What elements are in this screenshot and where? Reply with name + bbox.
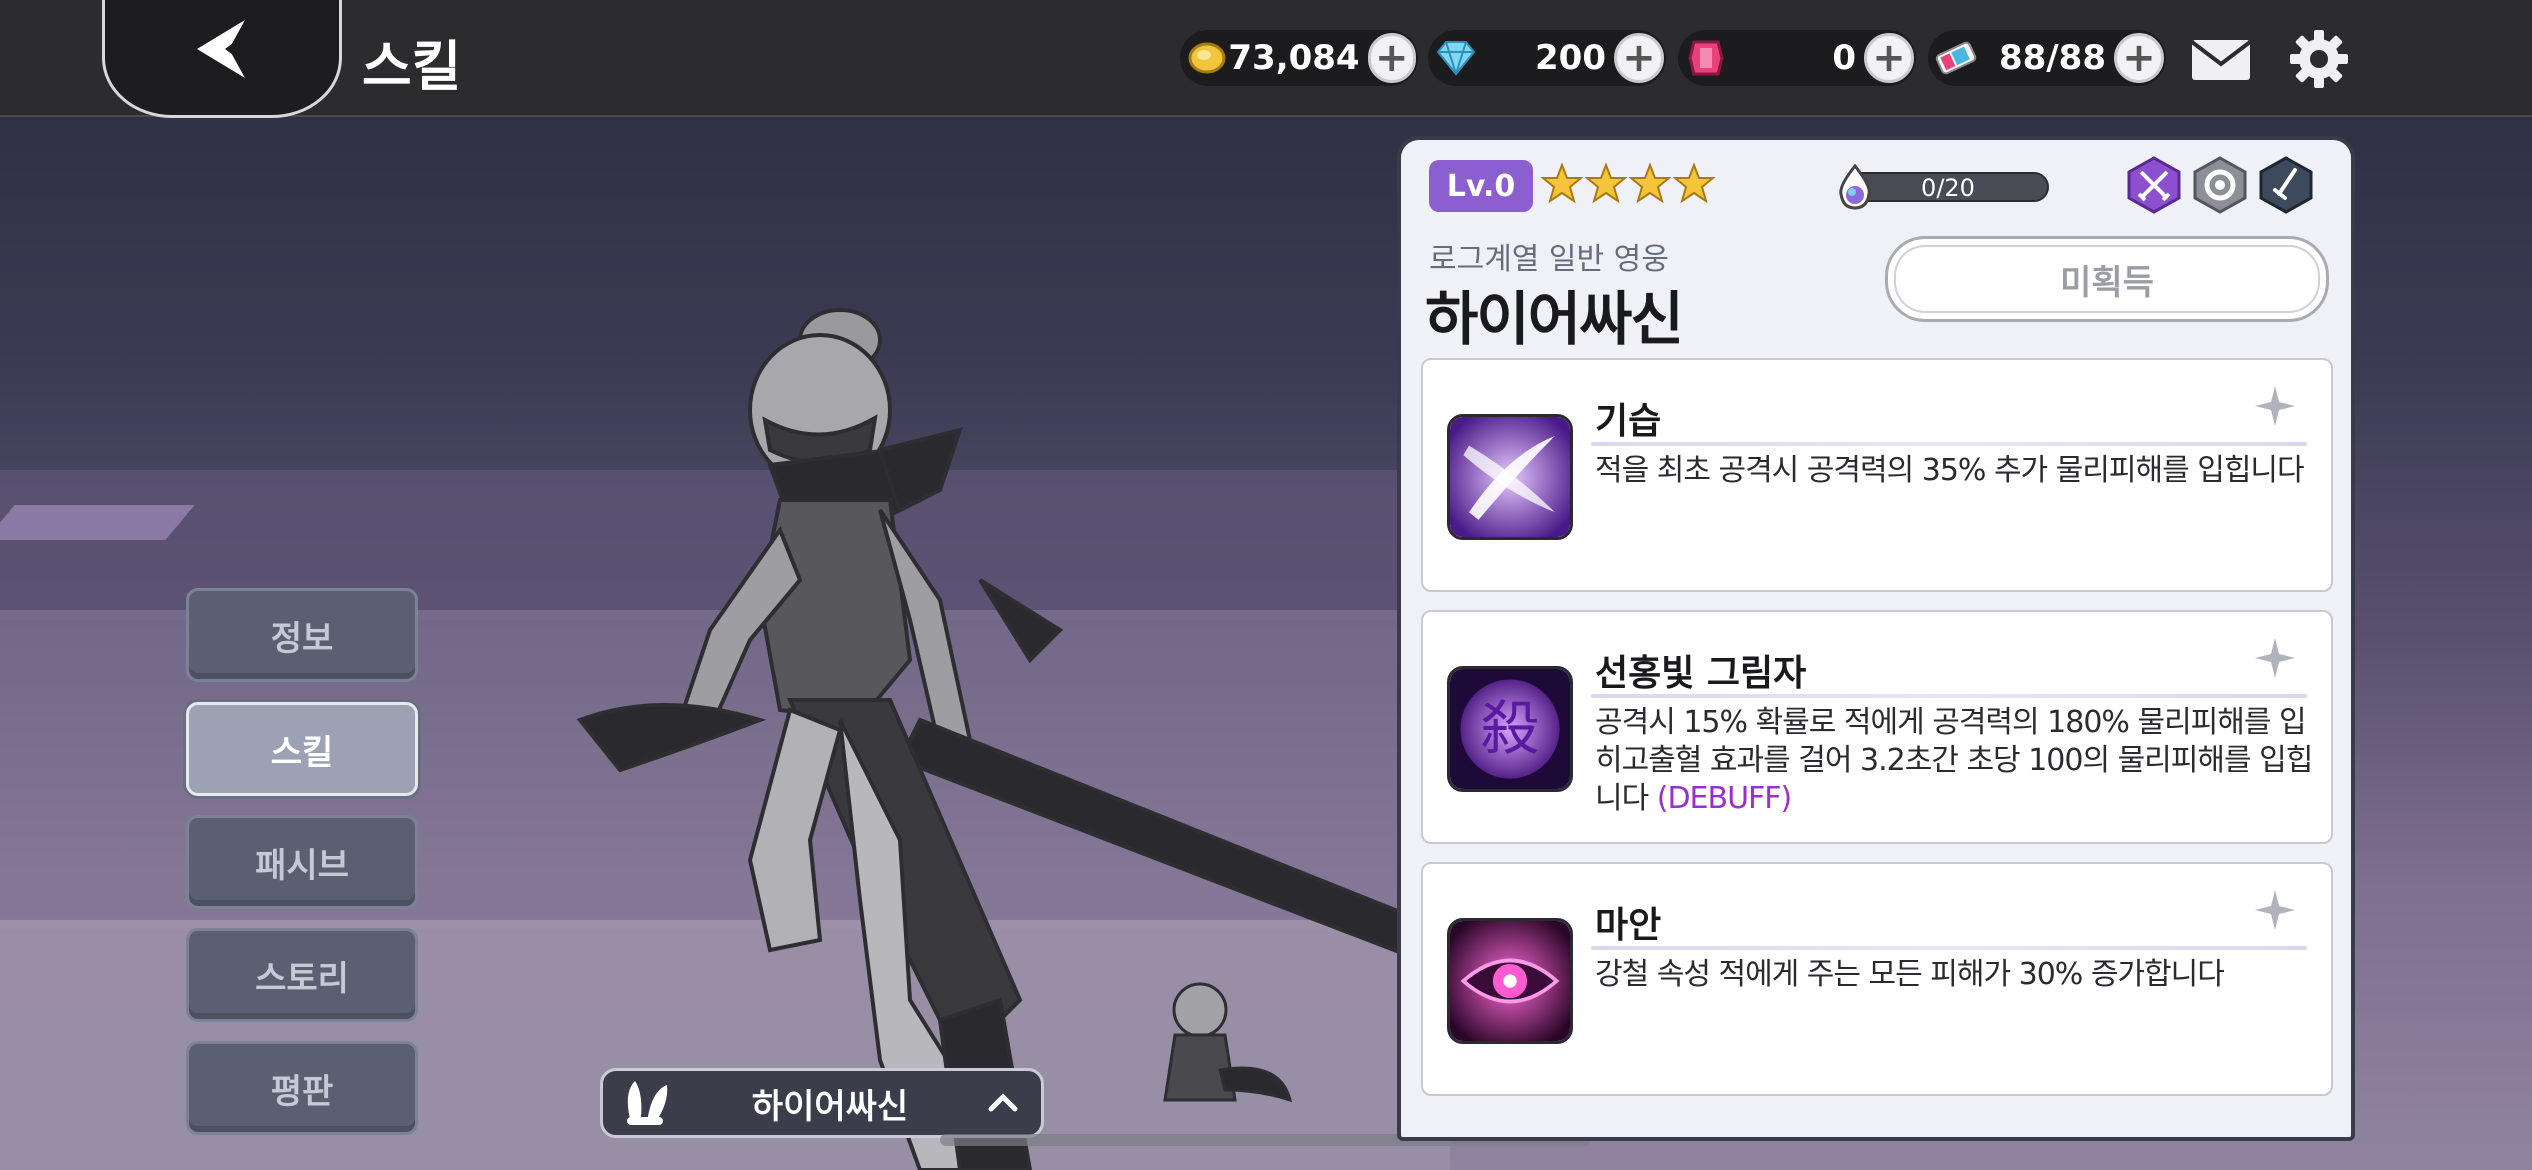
add-stamina-button[interactable]: + [2114,33,2164,83]
gold-counter: 73,084 + [1180,30,1418,86]
diamond-value: 200 [1535,38,1606,78]
hero-name: 하이어싸신 [1425,285,1684,353]
gold-coin-icon [1186,36,1228,80]
ruby-counter: 0 + [1678,30,1916,86]
hero-illustration [576,308,1420,1170]
stamina-value: 88/88 [1998,38,2106,78]
sparkle-icon [2255,386,2295,426]
chevron-up-icon [988,1093,1018,1112]
debuff-tag: (DEBUFF) [1656,781,1793,816]
sparkle-icon [2255,638,2295,678]
nav-skill-button[interactable]: 스킬 [186,702,418,796]
back-button[interactable] [102,0,342,118]
ruby-value: 0 [1832,38,1856,78]
sparkle-icon [2255,890,2295,930]
hero-selector-dropdown[interactable]: 하이어싸신 [600,1068,1044,1138]
star-icon [1585,162,1627,204]
skill-card[interactable]: 마안 강철 속성 적에게 주는 모든 피해가 30% 증가합니다 [1421,862,2333,1096]
gear-class-icon[interactable] [2191,156,2249,214]
skill-description: 적을 최초 공격시 공격력의 35% 추가 물리피해를 입힙니다 [1595,452,2315,490]
star-icon [1673,162,1715,204]
star-icon [1629,162,1671,204]
diamond-counter: 200 + [1428,30,1666,86]
skill-name: 마안 [1595,905,1662,946]
soul-exp-bar: 0/20 [1833,164,2049,210]
dagger-class-icon[interactable] [2257,156,2315,214]
gear-icon[interactable] [2288,28,2350,90]
diamond-icon [1434,36,1478,80]
gold-value: 73,084 [1228,38,1360,78]
stamina-counter: 88/88 + [1928,30,2166,86]
skill-name: 선홍빛 그림자 [1595,653,1807,694]
back-arrow-icon [197,20,245,78]
add-diamond-button[interactable]: + [1614,33,1664,83]
add-ruby-button[interactable]: + [1864,33,1914,83]
skill-description: 강철 속성 적에게 주는 모든 피해가 30% 증가합니다 [1595,956,2315,994]
page-title: 스킬 [362,35,462,98]
hero-selector-name: 하이어싸신 [751,1086,909,1127]
crossed-swords-icon[interactable] [2125,156,2183,214]
nav-reputation-button[interactable]: 평판 [186,1041,418,1135]
level-badge: Lv.0 [1429,160,1533,212]
background-stripe [0,505,195,540]
divider [1591,694,2307,698]
ruby-gem-icon [1684,36,1728,80]
mail-icon[interactable] [2190,38,2252,82]
skill-card[interactable]: 殺 선홍빛 그림자 공격시 15% 확률로 적에게 공격력의 180% 물리피해… [1421,610,2333,844]
svg-text:殺: 殺 [1480,694,1539,763]
kill-kanji-skill-icon: 殺 [1447,666,1573,792]
skill-card[interactable]: 기습 적을 최초 공격시 공격력의 35% 추가 물리피해를 입힙니다 [1421,358,2333,592]
skill-description-text: 강철 속성 적에게 주는 모든 피해가 30% 증가합니다 [1595,957,2225,992]
divider [1591,946,2307,950]
acquire-status-button[interactable]: 미획득 [1885,236,2329,322]
top-bar: 스킬 73,084 + 200 + 0 + 88/88 + [0,0,2532,118]
nav-passive-button[interactable]: 패시브 [186,815,418,909]
star-icon [1541,162,1583,204]
skill-name: 기습 [1595,401,1662,442]
stamina-ticket-icon [1934,36,1978,80]
nav-story-button[interactable]: 스토리 [186,928,418,1022]
add-gold-button[interactable]: + [1367,33,1416,83]
demon-eye-skill-icon [1447,918,1573,1044]
slash-skill-icon [1447,414,1573,540]
star-rating [1541,162,1715,204]
soul-drop-icon [1839,164,1871,210]
bunny-icon [627,1081,668,1125]
divider [1591,442,2307,446]
exp-text: 0/20 [1921,174,1975,202]
skill-description: 공격시 15% 확률로 적에게 공격력의 180% 물리피해를 입히고출혈 효과… [1595,704,2315,818]
nav-info-button[interactable]: 정보 [186,588,418,682]
skill-description-text: 적을 최초 공격시 공격력의 35% 추가 물리피해를 입힙니다 [1595,453,2305,488]
skill-panel: Lv.0 0/20 로그계열 일반 영웅 하이어싸신 미획득 기습 적을 최초 … [1397,136,2355,1141]
